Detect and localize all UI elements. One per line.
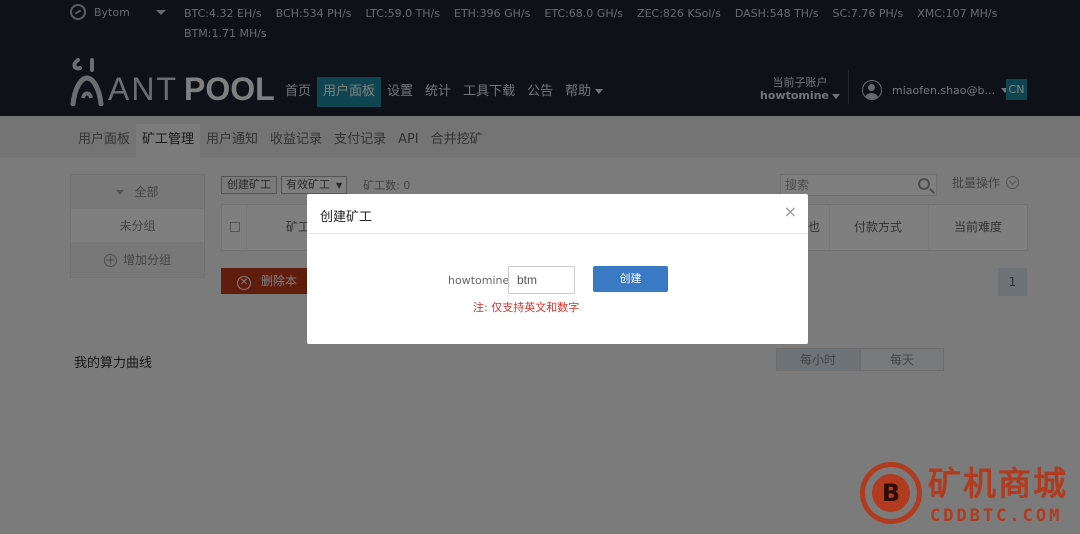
close-icon[interactable]: ×: [784, 203, 797, 221]
worker-name-prefix: howtomine.: [448, 274, 513, 287]
input-hint: 注: 仅支持英文和数字: [473, 301, 580, 314]
watermark: B 矿机商城 CDDBTC.COM: [860, 460, 1076, 530]
worker-name-input[interactable]: [508, 266, 575, 294]
watermark-text-cn: 矿机商城: [928, 464, 1068, 503]
create-worker-dialog: 创建矿工 × howtomine. 创建 注: 仅支持英文和数字: [307, 194, 808, 344]
dialog-header: 创建矿工 ×: [307, 194, 808, 234]
watermark-text-en: CDDBTC.COM: [930, 506, 1063, 526]
create-button[interactable]: 创建: [593, 266, 668, 292]
dialog-title: 创建矿工: [320, 210, 373, 225]
watermark-badge: B: [860, 462, 922, 524]
bitcoin-b-icon: B: [872, 474, 910, 512]
